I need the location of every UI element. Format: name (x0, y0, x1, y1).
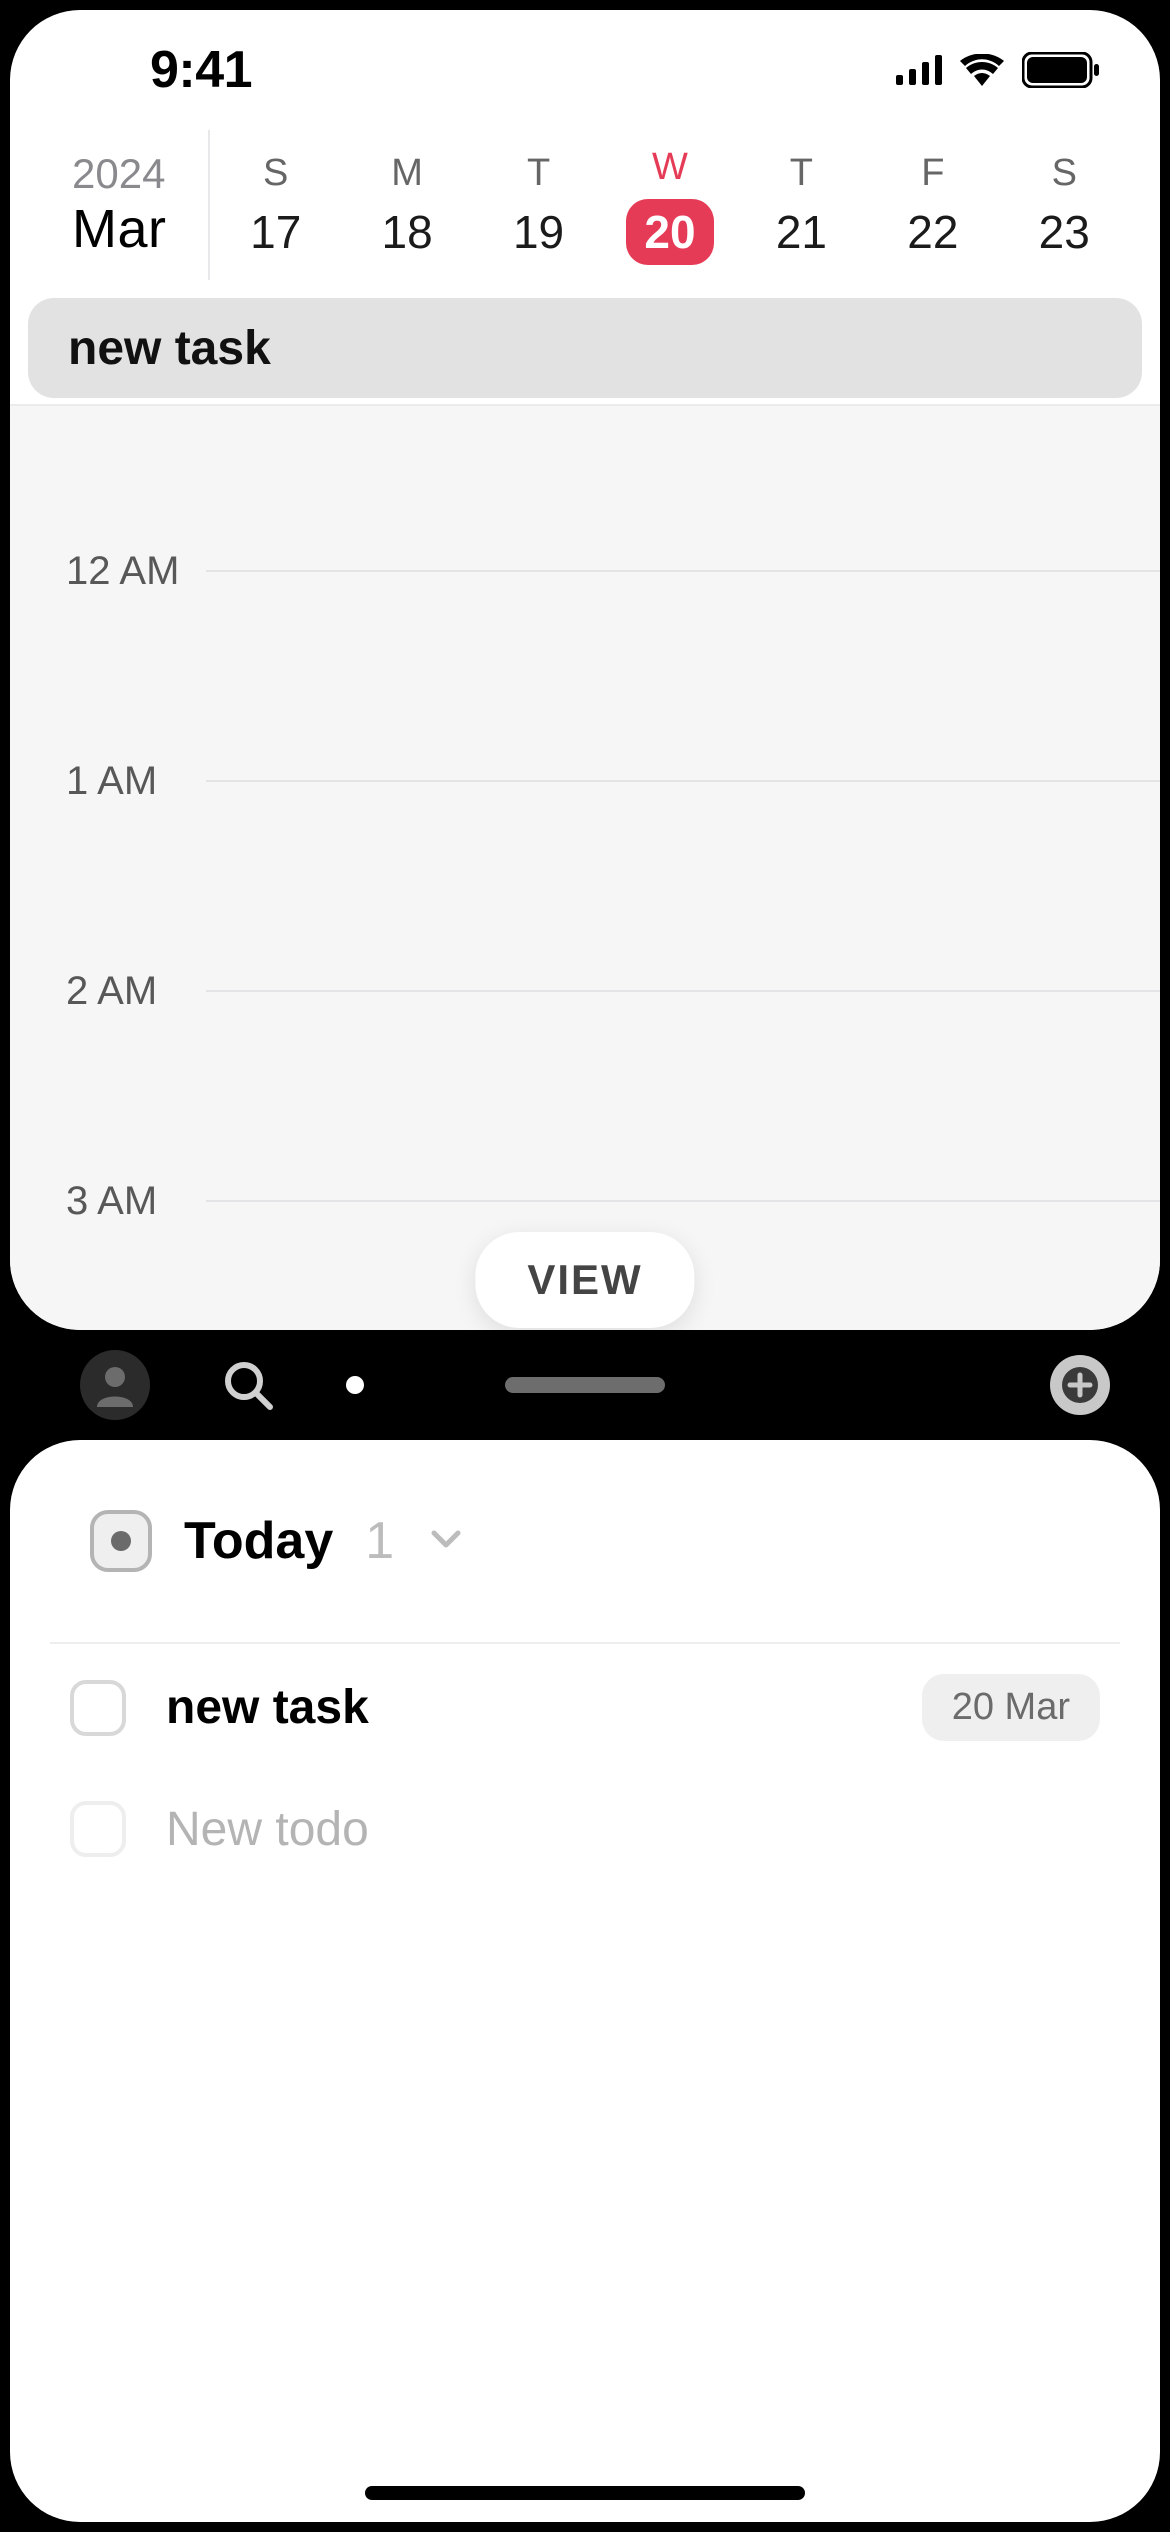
person-icon (93, 1363, 137, 1407)
time-gridline (206, 570, 1160, 572)
calendar-date: 18 (382, 205, 433, 259)
todo-label: New todo (166, 1802, 1100, 1857)
calendar-day[interactable]: F 22 (867, 130, 998, 280)
status-bar: 9:41 (10, 10, 1160, 130)
calendar-day[interactable]: S 23 (999, 130, 1130, 280)
drag-handle[interactable] (505, 1377, 665, 1393)
calendar-dow: T (790, 152, 813, 195)
calendar-date: 21 (776, 205, 827, 259)
calendar-panel: 9:41 2024 Mar S 17 M 18 T 19 W 20 T 21 F 22 S 23 new … (10, 10, 1160, 1330)
todo-checkbox[interactable] (70, 1680, 126, 1736)
wifi-icon (960, 54, 1004, 86)
calendar-day[interactable]: M 18 (341, 130, 472, 280)
middle-toolbar (0, 1330, 1170, 1440)
calendar-dow: S (1052, 152, 1077, 195)
today-count: 1 (365, 1511, 394, 1571)
calendar-dow: M (391, 152, 423, 195)
today-icon (90, 1510, 152, 1572)
calendar-dow: S (263, 152, 288, 195)
time-row: 2 AM (10, 886, 1160, 1096)
status-indicators (896, 52, 1100, 88)
view-button[interactable]: VIEW (475, 1232, 694, 1328)
calendar-day[interactable]: T 19 (473, 130, 604, 280)
status-time: 9:41 (150, 40, 252, 100)
todo-item[interactable]: New todo (10, 1771, 1160, 1887)
calendar-task-pill[interactable]: new task (28, 298, 1142, 398)
calendar-year: 2024 (72, 150, 208, 198)
page-indicator-dot (346, 1376, 364, 1394)
battery-icon (1022, 52, 1100, 88)
today-title: Today (184, 1511, 333, 1571)
calendar-week-header: 2024 Mar S 17 M 18 T 19 W 20 T 21 F 22 S 23 (10, 130, 1160, 280)
time-label: 2 AM (66, 969, 206, 1014)
calendar-month: Mar (72, 198, 208, 260)
todo-list: new task 20 Mar New todo (10, 1644, 1160, 1887)
today-header[interactable]: Today 1 (10, 1440, 1160, 1612)
time-gridline (206, 990, 1160, 992)
plus-icon (1062, 1367, 1098, 1403)
time-gridline (206, 780, 1160, 782)
calendar-date: 17 (250, 205, 301, 259)
calendar-days-row: S 17 M 18 T 19 W 20 T 21 F 22 S 23 (210, 130, 1130, 280)
calendar-dow: T (527, 152, 550, 195)
todo-panel: Today 1 new task 20 Mar New todo (10, 1440, 1160, 2522)
time-row: 12 AM (10, 466, 1160, 676)
calendar-month-column[interactable]: 2024 Mar (40, 130, 210, 280)
time-label: 1 AM (66, 759, 206, 804)
calendar-day[interactable]: S 17 (210, 130, 341, 280)
calendar-timeline[interactable]: 12 AM 1 AM 2 AM 3 AM VIEW (10, 404, 1160, 1330)
calendar-day[interactable]: W 20 (604, 130, 735, 280)
todo-item[interactable]: new task 20 Mar (10, 1644, 1160, 1771)
add-button[interactable] (1050, 1355, 1110, 1415)
calendar-date: 22 (907, 205, 958, 259)
time-row: 1 AM (10, 676, 1160, 886)
calendar-dow: W (652, 146, 688, 189)
profile-button[interactable] (80, 1350, 150, 1420)
calendar-date: 20 (626, 199, 713, 265)
search-button[interactable] (220, 1357, 276, 1413)
todo-checkbox[interactable] (70, 1801, 126, 1857)
todo-label: new task (166, 1680, 882, 1735)
search-icon (220, 1357, 276, 1413)
todo-date-pill: 20 Mar (922, 1674, 1100, 1741)
cellular-icon (896, 55, 942, 85)
time-label: 3 AM (66, 1179, 206, 1224)
chevron-down-icon (426, 1519, 466, 1564)
calendar-dow: F (921, 152, 944, 195)
time-gridline (206, 1200, 1160, 1202)
calendar-date: 23 (1039, 205, 1090, 259)
home-indicator[interactable] (365, 2486, 805, 2500)
calendar-day[interactable]: T 21 (736, 130, 867, 280)
calendar-date: 19 (513, 205, 564, 259)
time-label: 12 AM (66, 549, 206, 594)
